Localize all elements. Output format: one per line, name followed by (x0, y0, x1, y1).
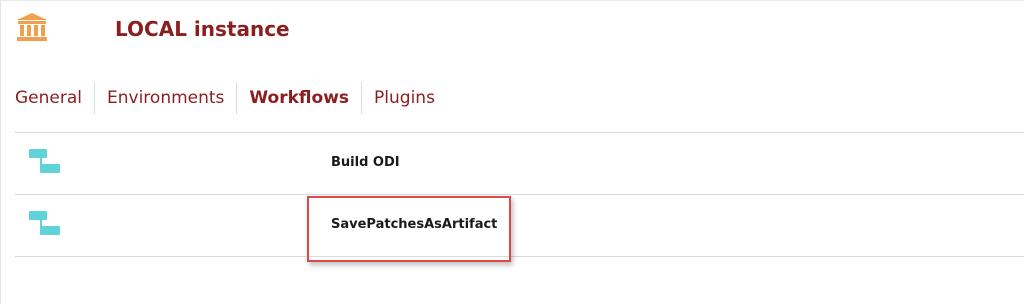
tab-environments[interactable]: Environments (94, 82, 236, 114)
tab-workflows[interactable]: Workflows (236, 82, 361, 114)
workflow-list: Build ODI SavePatchesAsArtifact (15, 132, 1024, 257)
workflow-name[interactable]: SavePatchesAsArtifact (331, 217, 497, 232)
workflow-icon (29, 149, 60, 173)
workflow-row[interactable]: Build ODI (15, 133, 1024, 195)
instance-page: LOCAL instance General Environments Work… (0, 0, 1024, 304)
tab-general[interactable]: General (15, 82, 94, 114)
page-title: LOCAL instance (115, 17, 290, 41)
bank-building-icon (17, 13, 47, 41)
workflow-name[interactable]: Build ODI (331, 155, 400, 170)
workflow-row[interactable]: SavePatchesAsArtifact (15, 195, 1024, 257)
workflow-icon (29, 211, 60, 235)
tab-plugins[interactable]: Plugins (361, 82, 447, 114)
tab-bar: General Environments Workflows Plugins (15, 82, 447, 114)
